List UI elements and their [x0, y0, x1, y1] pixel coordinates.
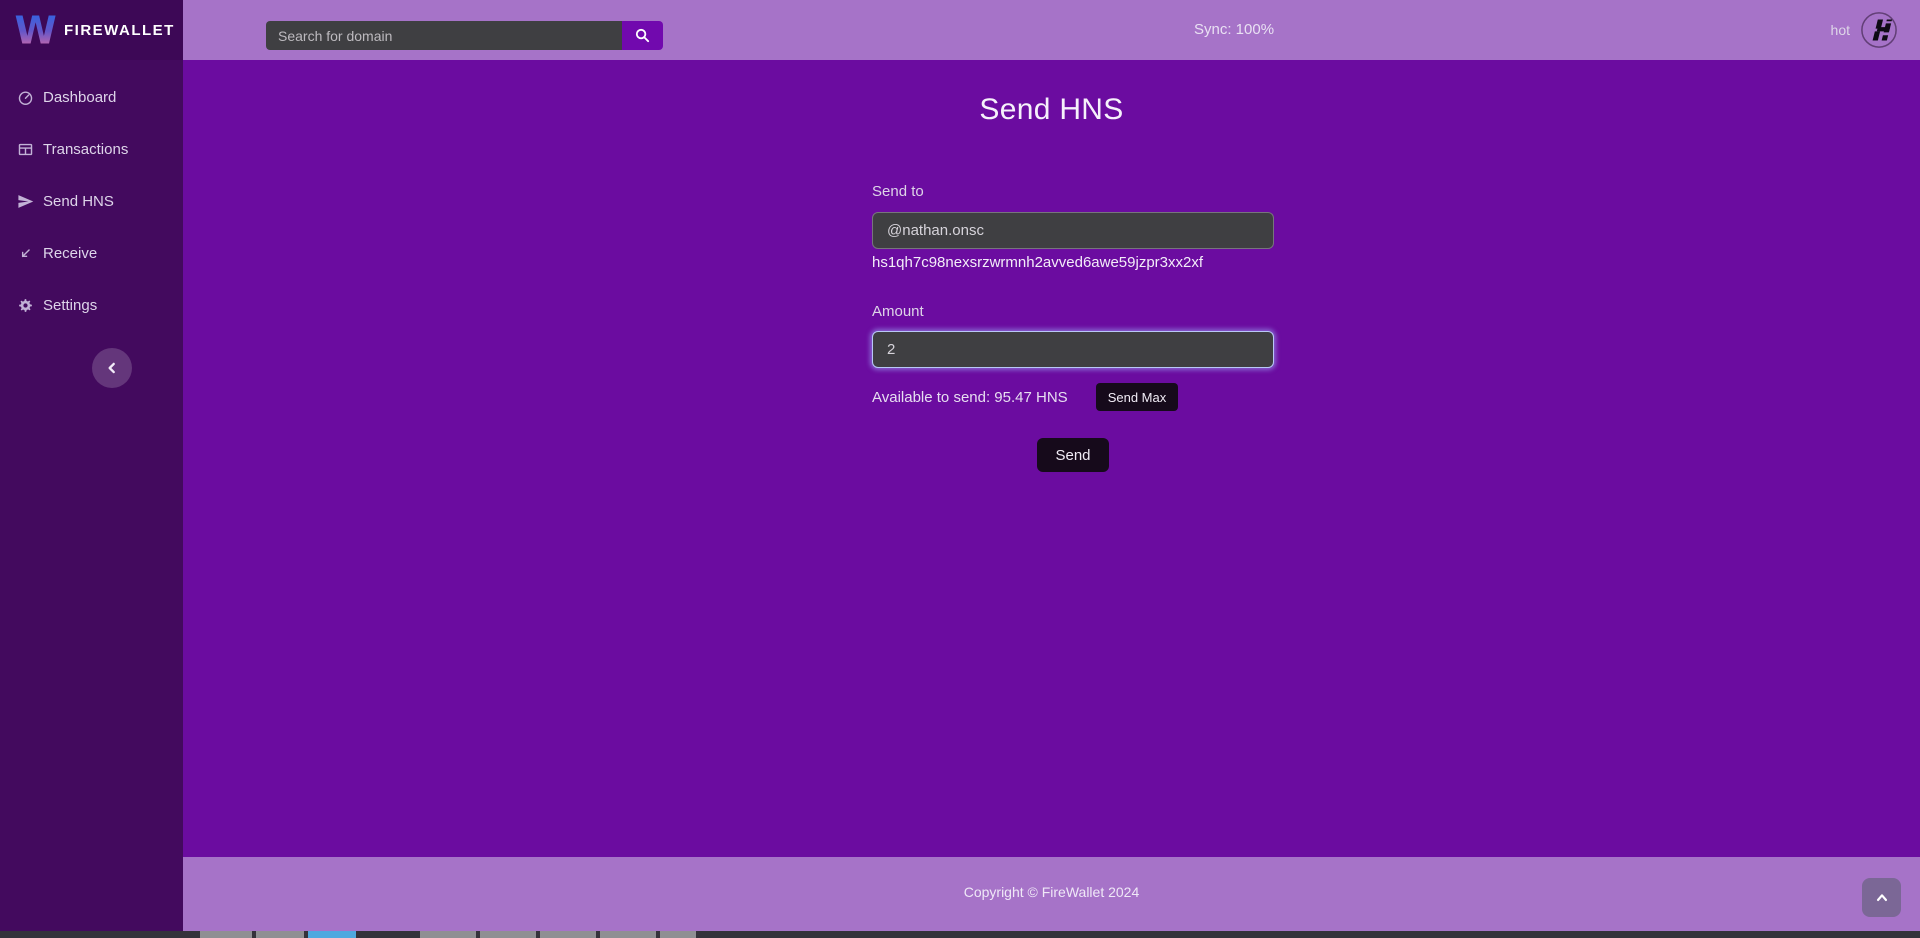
gear-icon [17, 297, 34, 314]
search-icon [634, 27, 651, 44]
taskbar-app-button[interactable] [256, 931, 304, 938]
scroll-to-top-button[interactable] [1862, 878, 1901, 917]
sidebar-item-label: Transactions [43, 141, 128, 158]
taskbar-app-button[interactable] [420, 931, 476, 938]
app-window: W FIREWALLET Dashboard [0, 0, 1920, 938]
os-taskbar-edge [0, 931, 1920, 938]
domain-search [266, 21, 663, 50]
footer: Copyright © FireWallet 2024 [183, 857, 1920, 931]
wallet-badge: hot [1831, 0, 1898, 60]
taskbar-app-button[interactable] [540, 931, 596, 938]
chevron-up-icon [1874, 890, 1890, 906]
resolved-address: hs1qh7c98nexsrzwrmnh2avved6awe59jzpr3xx2… [872, 254, 1274, 271]
sync-status: Sync: 100% [1194, 0, 1274, 60]
sidebar-item-send-hns[interactable]: Send HNS [0, 175, 183, 227]
send-icon [17, 193, 34, 210]
sidebar-nav: Dashboard Transactions S [0, 71, 183, 331]
sidebar-item-dashboard[interactable]: Dashboard [0, 71, 183, 123]
svg-text:W: W [15, 9, 57, 51]
amount-label: Amount [872, 303, 1274, 320]
chevron-left-icon [105, 361, 119, 375]
send-row: Send [872, 438, 1274, 472]
sidebar-item-label: Send HNS [43, 193, 114, 210]
sidebar-item-label: Dashboard [43, 89, 116, 106]
available-row: Available to send: 95.47 HNS Send Max [872, 383, 1274, 411]
send-to-input[interactable] [872, 212, 1274, 249]
sidebar-item-transactions[interactable]: Transactions [0, 123, 183, 175]
topbar: Sync: 100% hot [183, 0, 1920, 60]
taskbar-app-button[interactable] [600, 931, 656, 938]
amount-input[interactable] [872, 331, 1274, 368]
search-button[interactable] [622, 21, 663, 50]
sidebar: W FIREWALLET Dashboard [0, 0, 183, 931]
handshake-logo-icon[interactable] [1860, 11, 1898, 49]
send-max-button[interactable]: Send Max [1096, 383, 1179, 411]
copyright-text: Copyright © FireWallet 2024 [183, 857, 1920, 900]
brand-home-link[interactable]: W FIREWALLET [0, 0, 183, 60]
search-input[interactable] [266, 21, 622, 50]
taskbar-app-button[interactable] [660, 931, 696, 938]
main-content: Send HNS Send to hs1qh7c98nexsrzwrmnh2av… [183, 60, 1920, 857]
dashboard-gauge-icon [17, 89, 34, 106]
send-button[interactable]: Send [1037, 438, 1108, 472]
sidebar-item-settings[interactable]: Settings [0, 279, 183, 331]
firewallet-logo-icon: W [13, 9, 58, 51]
wallet-mode-label: hot [1831, 22, 1850, 38]
sidebar-item-receive[interactable]: Receive [0, 227, 183, 279]
send-form: Send to hs1qh7c98nexsrzwrmnh2avved6awe59… [872, 183, 1274, 472]
table-icon [17, 141, 34, 158]
send-to-label: Send to [872, 183, 1274, 200]
page-title: Send HNS [183, 93, 1920, 127]
sidebar-item-label: Settings [43, 297, 97, 314]
sidebar-item-label: Receive [43, 245, 97, 262]
sidebar-collapse-button[interactable] [92, 348, 132, 388]
brand-name: FIREWALLET [64, 22, 175, 39]
taskbar-app-button[interactable] [200, 931, 252, 938]
taskbar-app-button-active[interactable] [308, 931, 356, 938]
available-balance-text: Available to send: 95.47 HNS [872, 389, 1068, 406]
receive-arrow-icon [17, 245, 34, 262]
taskbar-app-button[interactable] [480, 931, 536, 938]
